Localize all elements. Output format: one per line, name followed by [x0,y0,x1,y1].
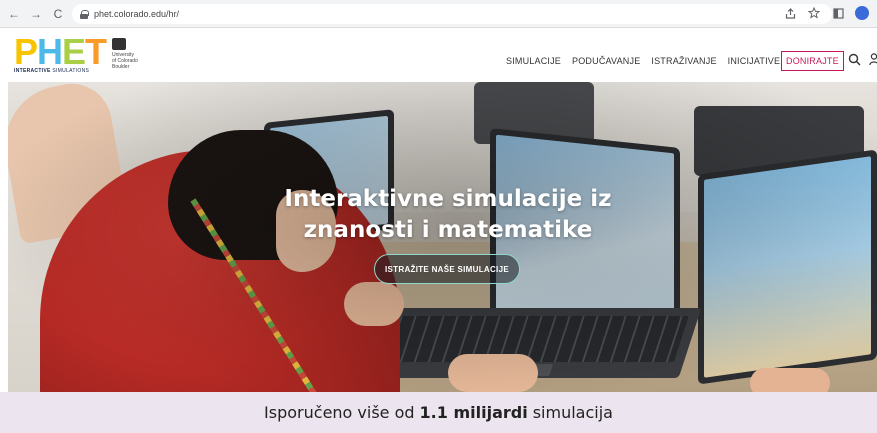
reload-icon[interactable]: C [50,6,66,22]
share-icon[interactable] [783,6,797,20]
stats-suffix: simulacija [532,403,613,422]
main-nav: SIMULACIJE PODUČAVANJE ISTRAŽIVANJE INIC… [506,56,780,66]
nav-item-inicijative[interactable]: INICIJATIVE [728,56,781,66]
university-crest-icon [112,38,126,50]
donate-button[interactable]: DONIRAJTE [781,51,844,71]
university-line3: Boulder [112,64,130,70]
sidepanel-icon[interactable] [831,6,845,20]
logo-wordmark: PHET [14,31,107,72]
nav-item-poducavanje[interactable]: PODUČAVANJE [572,56,640,66]
logo-tagline: INTERACTIVE SIMULATIONS [14,68,90,74]
forward-icon[interactable]: → [28,6,44,22]
phet-logo[interactable]: PHET INTERACTIVE SIMULATIONS [14,34,107,75]
browser-actions [783,6,869,20]
profile-avatar-icon[interactable] [855,6,869,20]
url-text: phet.colorado.edu/hr/ [94,9,180,19]
nav-item-simulacije[interactable]: SIMULACIJE [506,56,561,66]
user-icon[interactable] [869,53,877,66]
browser-toolbar: ← → C phet.colorado.edu/hr/ [0,0,877,28]
explore-simulations-button[interactable]: ISTRAŽITE NAŠE SIMULACIJE [374,254,520,284]
stats-highlight: 1.1 milijardi [419,403,528,422]
address-bar[interactable]: phet.colorado.edu/hr/ [72,4,832,24]
back-icon[interactable]: ← [6,6,22,22]
search-icon[interactable] [848,53,861,66]
hero-banner: Interaktivne simulacije iz znanosti i ma… [8,82,877,392]
site-header: PHET INTERACTIVE SIMULATIONS University … [0,28,877,82]
nav-item-istrazivanje[interactable]: ISTRAŽIVANJE [651,56,716,66]
stats-prefix: Isporučeno više od [264,403,415,422]
stats-banner: Isporučeno više od 1.1 milijardi simulac… [0,392,877,433]
university-logo[interactable]: University of Colorado Boulder [112,38,152,74]
star-icon[interactable] [807,6,821,20]
hero-title: Interaktivne simulacije iz znanosti i ma… [284,186,612,243]
lock-icon [80,9,89,19]
